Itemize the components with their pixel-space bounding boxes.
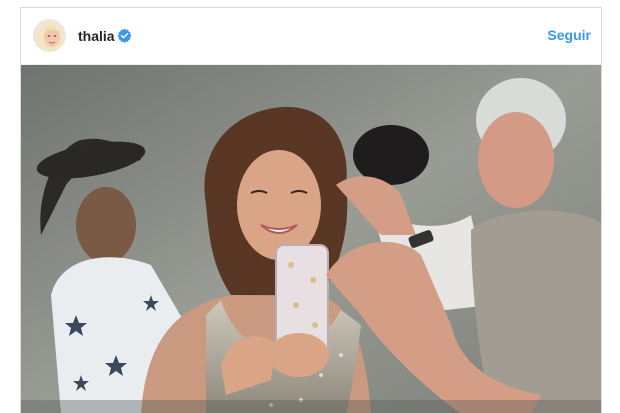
instagram-post: thalia Seguir [20, 7, 602, 413]
avatar[interactable] [33, 19, 66, 52]
username[interactable]: thalia [78, 28, 115, 44]
selfie-photo [21, 65, 601, 413]
follow-button[interactable]: Seguir [547, 27, 591, 43]
post-header: thalia Seguir [21, 8, 601, 65]
post-photo[interactable] [21, 65, 601, 413]
verified-badge-icon [117, 28, 132, 43]
avatar-image [34, 20, 65, 51]
